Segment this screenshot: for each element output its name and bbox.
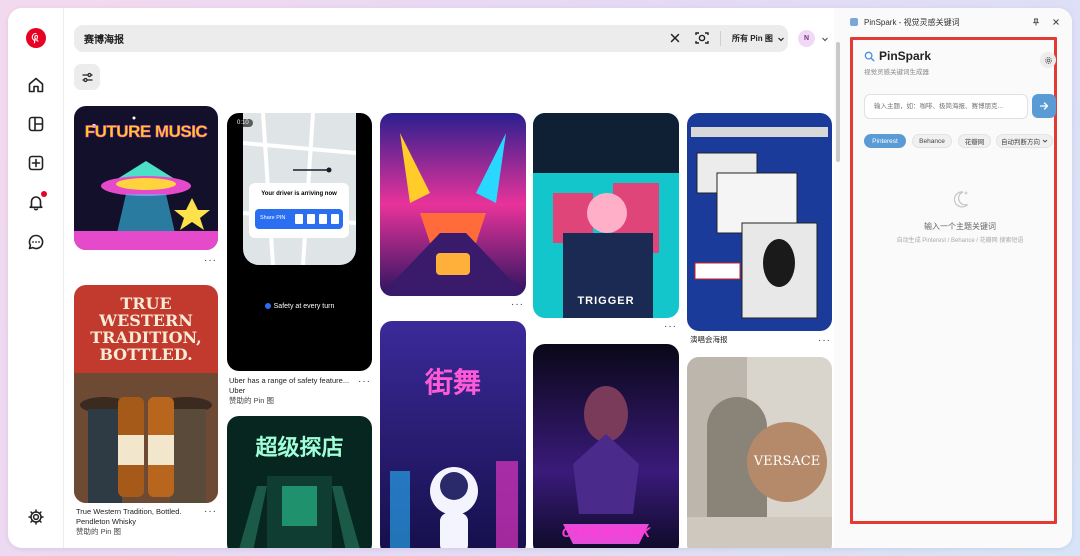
settings-icon[interactable] xyxy=(24,505,48,529)
messages-icon[interactable] xyxy=(24,230,48,254)
poster-text-versace: VERSACE xyxy=(753,454,821,469)
chevron-down-icon xyxy=(777,37,784,41)
pin-driver-card: Your driver is arriving now Share PIN xyxy=(249,183,349,238)
clear-search-icon[interactable] xyxy=(668,31,682,45)
pinterest-logo-icon[interactable] xyxy=(26,28,46,48)
pin-concert-poster[interactable] xyxy=(687,113,832,331)
visual-search-icon[interactable] xyxy=(694,30,710,46)
account-chevron-down-icon[interactable] xyxy=(821,35,829,43)
pin-more-options[interactable]: ··· xyxy=(664,322,677,332)
pin-dna-trigger[interactable]: TRIGGER xyxy=(533,113,679,318)
pin-cyberpunk[interactable]: CYBERPUNK xyxy=(533,344,679,548)
scrollbar-thumb[interactable] xyxy=(836,42,840,162)
pin-driver-caption: Your driver is arriving now xyxy=(261,191,337,197)
pin-more-options[interactable]: ··· xyxy=(818,336,831,346)
pin-share-label: Share PIN xyxy=(260,215,286,221)
pin-sponsor-label: 赞助的 Pin 图 xyxy=(76,527,122,536)
arrow-right-icon xyxy=(1039,102,1049,110)
filter-button[interactable] xyxy=(74,64,100,90)
create-icon[interactable] xyxy=(24,151,48,175)
browser-window: 所有 Pin 图 N FUTURE MUSIC ··· xyxy=(8,8,1072,548)
filter-sliders-icon xyxy=(82,72,92,82)
pin-image xyxy=(533,113,679,318)
close-icon[interactable] xyxy=(1052,18,1060,26)
pin-image xyxy=(380,113,526,296)
search-scope-select[interactable]: 所有 Pin 图 xyxy=(732,25,785,52)
pin-brand[interactable]: Pendleton Whisky xyxy=(76,517,206,527)
pin-more-options[interactable]: ··· xyxy=(204,256,217,266)
extension-icon xyxy=(850,18,858,26)
pin-image xyxy=(380,321,526,548)
gear-icon xyxy=(1044,56,1052,64)
pin-future-music[interactable]: FUTURE MUSIC xyxy=(74,106,218,250)
moon-sparkle-icon xyxy=(953,191,968,208)
poster-text-cyberpunk: CYBERPUNK xyxy=(561,524,651,540)
chip-huaban[interactable]: 花瓣网 xyxy=(958,134,991,148)
chevron-down-icon xyxy=(1042,139,1048,143)
pin-meta-concert: 演唱会海报 xyxy=(690,335,810,345)
pin-brand[interactable]: Uber xyxy=(229,386,359,396)
pin-panel-icon[interactable] xyxy=(1032,18,1040,26)
pin-meta-whisky: True Western Tradition, Bottled. Pendlet… xyxy=(76,507,206,537)
poster-text-future-music: FUTURE MUSIC xyxy=(84,122,208,142)
panel-brand: PinSpark xyxy=(864,49,931,63)
poster-text-street-dance: 街舞 xyxy=(424,367,481,398)
panel-brand-name: PinSpark xyxy=(879,49,932,63)
pin-safety-caption: Safety at every turn xyxy=(227,303,372,310)
pin-versace[interactable]: VERSACE xyxy=(687,357,832,548)
search-icon xyxy=(864,51,875,61)
pin-share-pin-row: Share PIN xyxy=(255,209,343,229)
pin-uber-ad[interactable]: 0:10 Your driver is arriving now Share P… xyxy=(227,113,372,371)
home-icon[interactable] xyxy=(24,73,48,97)
avatar[interactable]: N xyxy=(798,30,815,47)
pin-pendleton-whisky[interactable]: TRUE WESTERN TRADITION, BOTTLED. xyxy=(74,285,218,503)
pin-more-options[interactable]: ··· xyxy=(358,377,371,387)
empty-state-subtitle: 自动生成 Pinterest / Behance / 花瓣网 搜索短语 xyxy=(896,238,1024,244)
pin-sponsor-label: 赞助的 Pin 图 xyxy=(229,396,275,405)
notifications-icon[interactable] xyxy=(24,190,48,214)
chip-pinterest[interactable]: Pinterest xyxy=(864,134,906,148)
pin-title[interactable]: True Western Tradition, Bottled. xyxy=(76,507,206,517)
generate-button[interactable] xyxy=(1032,94,1056,118)
chip-auto-direction[interactable]: 自动判断方向 xyxy=(996,134,1053,148)
boards-icon[interactable] xyxy=(24,112,48,136)
panel-settings-button[interactable] xyxy=(1040,52,1056,68)
pin-street-dance[interactable]: 街舞 xyxy=(380,321,526,548)
pin-title[interactable]: Uber has a range of safety feature... xyxy=(229,376,359,386)
chip-behance[interactable]: Behance xyxy=(912,134,952,148)
poster-text-whisky: TRUE WESTERN TRADITION, BOTTLED. xyxy=(90,294,202,364)
pin-meta-uber: Uber has a range of safety feature... Ub… xyxy=(229,376,359,406)
poster-text-trigger: TRIGGER xyxy=(577,295,635,307)
pin-image xyxy=(533,344,679,548)
search-input[interactable] xyxy=(84,25,654,52)
pin-video-timer: 0:10 xyxy=(233,119,253,127)
left-nav xyxy=(8,8,64,548)
pin-image xyxy=(687,357,832,548)
pinspark-side-panel: PinSpark - 视觉灵感关键词 PinSpark 视觉灵感关键词生成器 P… xyxy=(842,8,1072,548)
pin-more-options[interactable]: ··· xyxy=(511,300,524,310)
search-scope-label: 所有 Pin 图 xyxy=(732,34,773,43)
keyword-input[interactable] xyxy=(864,94,1028,119)
main-feed: 所有 Pin 图 N FUTURE MUSIC ··· xyxy=(64,8,834,548)
panel-window-title: PinSpark - 视觉灵感关键词 xyxy=(864,17,960,27)
chip-auto-direction-label: 自动判断方向 xyxy=(1001,139,1040,146)
pin-more-options[interactable]: ··· xyxy=(204,507,217,517)
panel-subtitle: 视觉灵感关键词生成器 xyxy=(864,69,929,76)
notification-badge xyxy=(41,191,47,197)
pin-super-store[interactable]: 超级探店 xyxy=(227,416,372,548)
empty-state-title: 输入一个主题关键词 xyxy=(924,222,996,231)
search-bar: 所有 Pin 图 xyxy=(74,25,788,52)
search-divider xyxy=(720,31,721,46)
pin-safety-text: Safety at every turn xyxy=(273,303,335,310)
pin-image xyxy=(687,113,832,331)
pin-title[interactable]: 演唱会海报 xyxy=(690,335,810,345)
poster-text-super-store: 超级探店 xyxy=(255,435,344,460)
pin-love-neon[interactable] xyxy=(380,113,526,296)
